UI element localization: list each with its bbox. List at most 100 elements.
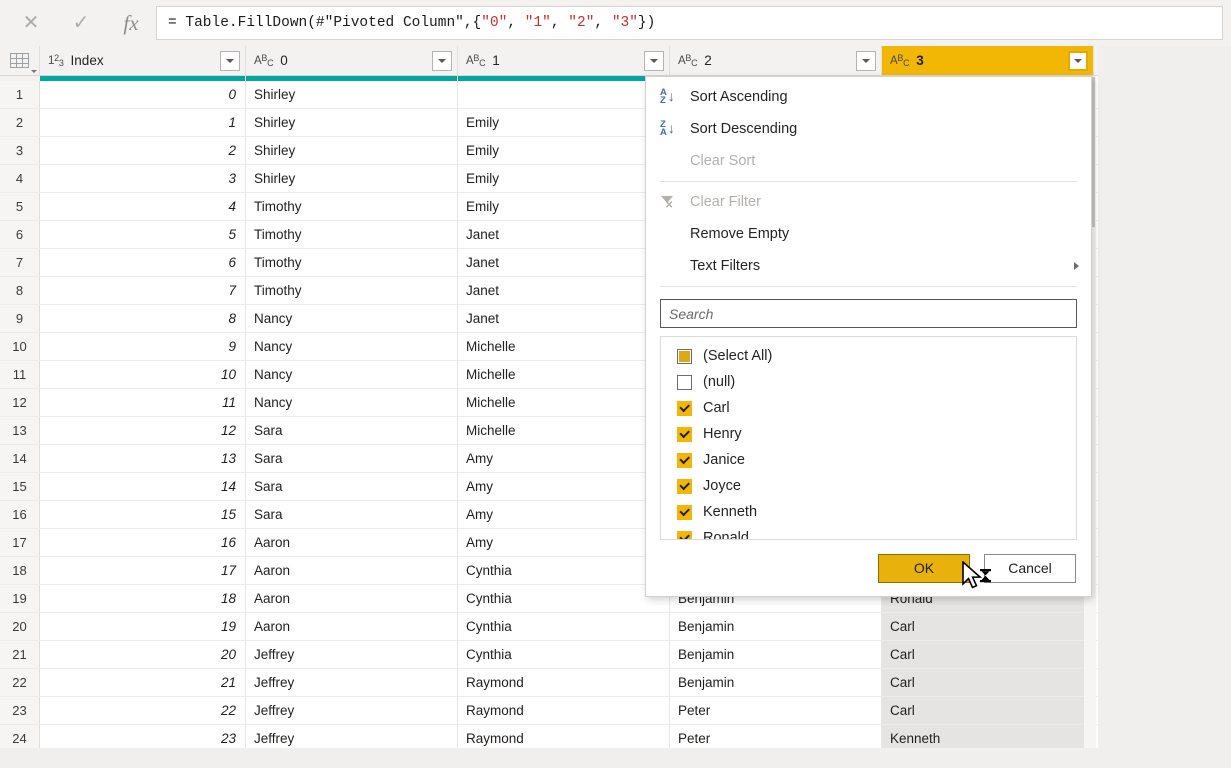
cell-index[interactable]: 10	[40, 361, 246, 388]
cell-index[interactable]: 4	[40, 193, 246, 220]
cell-0[interactable]: Shirley	[246, 81, 458, 108]
cell-1[interactable]: Amy	[458, 501, 670, 528]
cell-1[interactable]: Raymond	[458, 669, 670, 696]
cell-0[interactable]: Nancy	[246, 361, 458, 388]
cell-1[interactable]: Amy	[458, 473, 670, 500]
cell-0[interactable]: Aaron	[246, 585, 458, 612]
cell-1[interactable]: Raymond	[458, 725, 670, 748]
column-filter-button-index[interactable]	[220, 50, 240, 71]
cell-1[interactable]: Emily	[458, 109, 670, 136]
checkbox-selectall[interactable]	[677, 348, 692, 364]
cell-2[interactable]: Peter	[670, 725, 882, 748]
cell-1[interactable]: Michelle	[458, 333, 670, 360]
filter-value-item[interactable]: (null)	[661, 369, 1076, 395]
checkbox-kenneth[interactable]	[677, 504, 692, 520]
table-row[interactable]: 22 21 Jeffrey Raymond Benjamin Carl	[0, 669, 1098, 697]
cell-3[interactable]: Carl	[882, 697, 1094, 724]
cell-1[interactable]: Emily	[458, 193, 670, 220]
cell-index[interactable]: 3	[40, 165, 246, 192]
cell-1[interactable]: Janet	[458, 249, 670, 276]
cell-1[interactable]: Amy	[458, 529, 670, 556]
column-filter-button-1[interactable]	[644, 50, 664, 71]
cell-index[interactable]: 13	[40, 445, 246, 472]
cell-1[interactable]: Emily	[458, 165, 670, 192]
filter-value-item[interactable]: Janice	[661, 447, 1076, 473]
filter-value-item[interactable]: Joyce	[661, 473, 1076, 499]
menu-item-sort-descending[interactable]: Z A ↓ Sort Descending	[646, 113, 1091, 145]
checkbox-null[interactable]	[677, 374, 692, 390]
cell-1[interactable]: Cynthia	[458, 585, 670, 612]
table-row[interactable]: 20 19 Aaron Cynthia Benjamin Carl	[0, 613, 1098, 641]
cell-index[interactable]: 19	[40, 613, 246, 640]
checkbox-henry[interactable]	[677, 426, 692, 442]
cell-0[interactable]: Timothy	[246, 277, 458, 304]
cell-0[interactable]: Sara	[246, 417, 458, 444]
column-filter-button-3[interactable]	[1068, 50, 1088, 71]
cell-1[interactable]: Emily	[458, 137, 670, 164]
cell-0[interactable]: Timothy	[246, 249, 458, 276]
cell-1[interactable]: Raymond	[458, 697, 670, 724]
cell-index[interactable]: 16	[40, 529, 246, 556]
cell-index[interactable]: 5	[40, 221, 246, 248]
cell-0[interactable]: Shirley	[246, 109, 458, 136]
cell-index[interactable]: 0	[40, 81, 246, 108]
filter-value-item[interactable]: Ronald	[661, 525, 1076, 539]
cell-index[interactable]: 22	[40, 697, 246, 724]
cell-index[interactable]: 17	[40, 557, 246, 584]
column-header-index[interactable]: 123 Index	[40, 46, 246, 75]
cell-2[interactable]: Peter	[670, 697, 882, 724]
cell-0[interactable]: Nancy	[246, 305, 458, 332]
cell-0[interactable]: Jeffrey	[246, 697, 458, 724]
cell-index[interactable]: 1	[40, 109, 246, 136]
grid-corner-button[interactable]	[0, 46, 40, 75]
menu-item-remove-empty[interactable]: Remove Empty	[646, 218, 1091, 250]
cell-1[interactable]: Cynthia	[458, 641, 670, 668]
cell-1[interactable]: Janet	[458, 221, 670, 248]
cell-0[interactable]: Nancy	[246, 333, 458, 360]
column-header-3[interactable]: ABC 3	[882, 46, 1094, 75]
cell-1[interactable]: Michelle	[458, 417, 670, 444]
cell-1[interactable]	[458, 81, 670, 108]
cell-0[interactable]: Jeffrey	[246, 641, 458, 668]
checkbox-joyce[interactable]	[677, 478, 692, 494]
filter-value-item[interactable]: Carl	[661, 395, 1076, 421]
table-row[interactable]: 24 23 Jeffrey Raymond Peter Kenneth	[0, 725, 1098, 748]
cell-1[interactable]: Cynthia	[458, 613, 670, 640]
close-icon[interactable]: ✕	[14, 8, 48, 38]
cell-3[interactable]: Carl	[882, 669, 1094, 696]
cell-1[interactable]: Janet	[458, 305, 670, 332]
check-icon[interactable]: ✓	[64, 8, 98, 38]
cell-0[interactable]: Jeffrey	[246, 669, 458, 696]
cell-0[interactable]: Sara	[246, 473, 458, 500]
cell-index[interactable]: 20	[40, 641, 246, 668]
cell-0[interactable]: Jeffrey	[246, 725, 458, 748]
column-header-2[interactable]: ABC 2	[670, 46, 882, 75]
cell-1[interactable]: Janet	[458, 277, 670, 304]
filter-value-item[interactable]: (Select All)	[661, 343, 1076, 369]
cell-index[interactable]: 15	[40, 501, 246, 528]
cell-3[interactable]: Kenneth	[882, 725, 1094, 748]
column-header-0[interactable]: ABC 0	[246, 46, 458, 75]
cell-1[interactable]: Amy	[458, 445, 670, 472]
table-row[interactable]: 21 20 Jeffrey Cynthia Benjamin Carl	[0, 641, 1098, 669]
table-row[interactable]: 23 22 Jeffrey Raymond Peter Carl	[0, 697, 1098, 725]
menu-item-text-filters[interactable]: Text Filters	[646, 250, 1091, 282]
checkbox-janice[interactable]	[677, 452, 692, 468]
fx-icon[interactable]: fx	[114, 8, 148, 38]
column-header-1[interactable]: ABC 1	[458, 46, 670, 75]
cell-index[interactable]: 23	[40, 725, 246, 748]
cell-0[interactable]: Timothy	[246, 193, 458, 220]
cell-index[interactable]: 21	[40, 669, 246, 696]
filter-value-list[interactable]: (Select All) (null) Carl Henry Janice Joyce Ke…	[660, 336, 1077, 540]
column-filter-button-2[interactable]	[856, 50, 876, 71]
filter-value-item[interactable]: Henry	[661, 421, 1076, 447]
cell-1[interactable]: Michelle	[458, 389, 670, 416]
cell-0[interactable]: Shirley	[246, 137, 458, 164]
cell-index[interactable]: 2	[40, 137, 246, 164]
checkbox-ronald[interactable]	[677, 530, 692, 539]
cancel-button[interactable]: Cancel	[984, 553, 1076, 583]
cell-3[interactable]: Carl	[882, 641, 1094, 668]
ok-button[interactable]: OK	[878, 553, 970, 583]
cell-0[interactable]: Aaron	[246, 529, 458, 556]
cell-2[interactable]: Benjamin	[670, 641, 882, 668]
